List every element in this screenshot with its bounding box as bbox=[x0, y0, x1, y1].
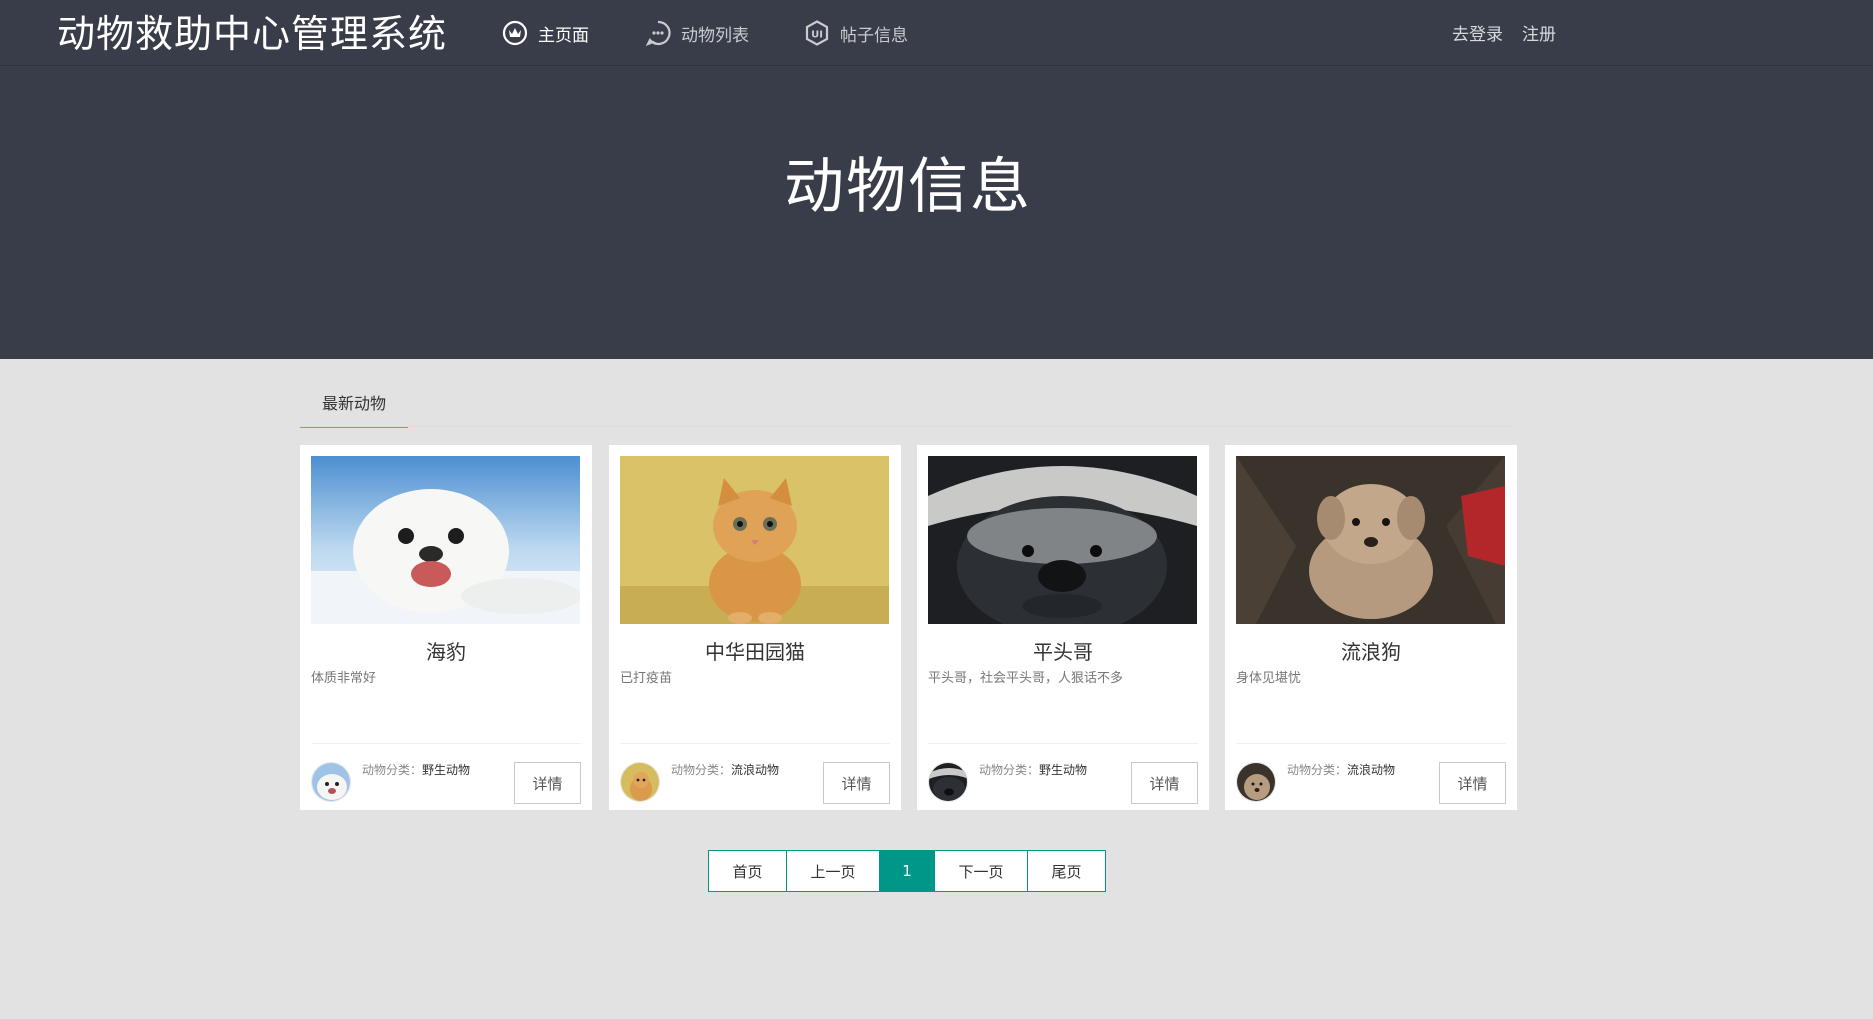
animal-category: 动物分类：野生动物 bbox=[979, 761, 1087, 778]
animal-photo bbox=[1236, 456, 1505, 624]
hero-banner: 动物信息 bbox=[0, 66, 1873, 359]
category-value: 流浪动物 bbox=[1347, 763, 1396, 777]
animal-category: 动物分类：流浪动物 bbox=[1287, 761, 1395, 778]
register-link[interactable]: 注册 bbox=[1522, 20, 1556, 45]
svg-text:UI: UI bbox=[811, 30, 823, 41]
nav-item-label: 动物列表 bbox=[681, 25, 749, 46]
pagination-current-page[interactable]: 1 bbox=[880, 851, 935, 891]
nav-item-home[interactable]: 主页面 bbox=[502, 17, 589, 49]
nav-item-animal-list[interactable]: 动物列表 bbox=[645, 17, 749, 49]
animal-photo bbox=[311, 456, 580, 624]
animal-description: 已打疫苗 bbox=[620, 671, 673, 686]
tab-latest-animals[interactable]: 最新动物 bbox=[300, 386, 408, 428]
top-navbar: 动物救助中心管理系统 主页面 动物列表 UI 帖子信息 去登录 注册 bbox=[0, 0, 1873, 66]
home-icon bbox=[502, 20, 528, 46]
avatar bbox=[620, 762, 660, 802]
animal-photo bbox=[620, 456, 889, 624]
detail-button[interactable]: 详情 bbox=[823, 762, 890, 804]
card-divider bbox=[311, 743, 581, 744]
animal-name[interactable]: 平头哥 bbox=[917, 636, 1209, 665]
nav-item-label: 帖子信息 bbox=[840, 25, 908, 46]
page-title: 动物信息 bbox=[784, 152, 1032, 222]
animal-category: 动物分类：流浪动物 bbox=[671, 761, 779, 778]
chat-icon bbox=[645, 20, 671, 46]
avatar bbox=[311, 762, 351, 802]
detail-button[interactable]: 详情 bbox=[1439, 762, 1506, 804]
category-value: 野生动物 bbox=[422, 763, 471, 777]
nav-item-label: 主页面 bbox=[538, 25, 589, 46]
category-value: 流浪动物 bbox=[731, 763, 780, 777]
card-divider bbox=[620, 743, 890, 744]
animal-description: 平头哥，社会平头哥，人狠话不多 bbox=[928, 671, 1124, 686]
card-divider bbox=[1236, 743, 1506, 744]
animal-name[interactable]: 海豹 bbox=[300, 636, 592, 665]
card-divider bbox=[928, 743, 1198, 744]
avatar bbox=[928, 762, 968, 802]
nav-item-posts[interactable]: UI 帖子信息 bbox=[804, 17, 908, 49]
animal-card: 流浪狗 身体见堪忧 动物分类：流浪动物 详情 bbox=[1225, 445, 1517, 810]
tab-divider bbox=[300, 426, 1512, 427]
animal-name[interactable]: 流浪狗 bbox=[1225, 636, 1517, 665]
category-value: 野生动物 bbox=[1039, 763, 1088, 777]
pagination-prev[interactable]: 上一页 bbox=[787, 851, 880, 891]
animal-name[interactable]: 中华田园猫 bbox=[609, 636, 901, 665]
category-label: 动物分类： bbox=[1287, 763, 1348, 777]
category-label: 动物分类： bbox=[362, 763, 423, 777]
category-label: 动物分类： bbox=[671, 763, 732, 777]
animal-card: 平头哥 平头哥，社会平头哥，人狠话不多 动物分类：野生动物 详情 bbox=[917, 445, 1209, 810]
pagination: 首页 上一页 1 下一页 尾页 bbox=[708, 850, 1106, 892]
ui-icon: UI bbox=[804, 20, 830, 46]
animal-photo bbox=[928, 456, 1197, 624]
category-label: 动物分类： bbox=[979, 763, 1040, 777]
pagination-last[interactable]: 尾页 bbox=[1028, 851, 1105, 891]
detail-button[interactable]: 详情 bbox=[514, 762, 581, 804]
animal-card: 中华田园猫 已打疫苗 动物分类：流浪动物 详情 bbox=[609, 445, 901, 810]
animal-description: 身体见堪忧 bbox=[1236, 671, 1302, 686]
animal-card: 海豹 体质非常好 动物分类：野生动物 详情 bbox=[300, 445, 592, 810]
site-title: 动物救助中心管理系统 bbox=[57, 12, 448, 56]
animal-description: 体质非常好 bbox=[311, 671, 377, 686]
login-link[interactable]: 去登录 bbox=[1452, 20, 1503, 45]
pagination-next[interactable]: 下一页 bbox=[935, 851, 1028, 891]
animal-category: 动物分类：野生动物 bbox=[362, 761, 470, 778]
avatar bbox=[1236, 762, 1276, 802]
pagination-first[interactable]: 首页 bbox=[709, 851, 787, 891]
detail-button[interactable]: 详情 bbox=[1131, 762, 1198, 804]
